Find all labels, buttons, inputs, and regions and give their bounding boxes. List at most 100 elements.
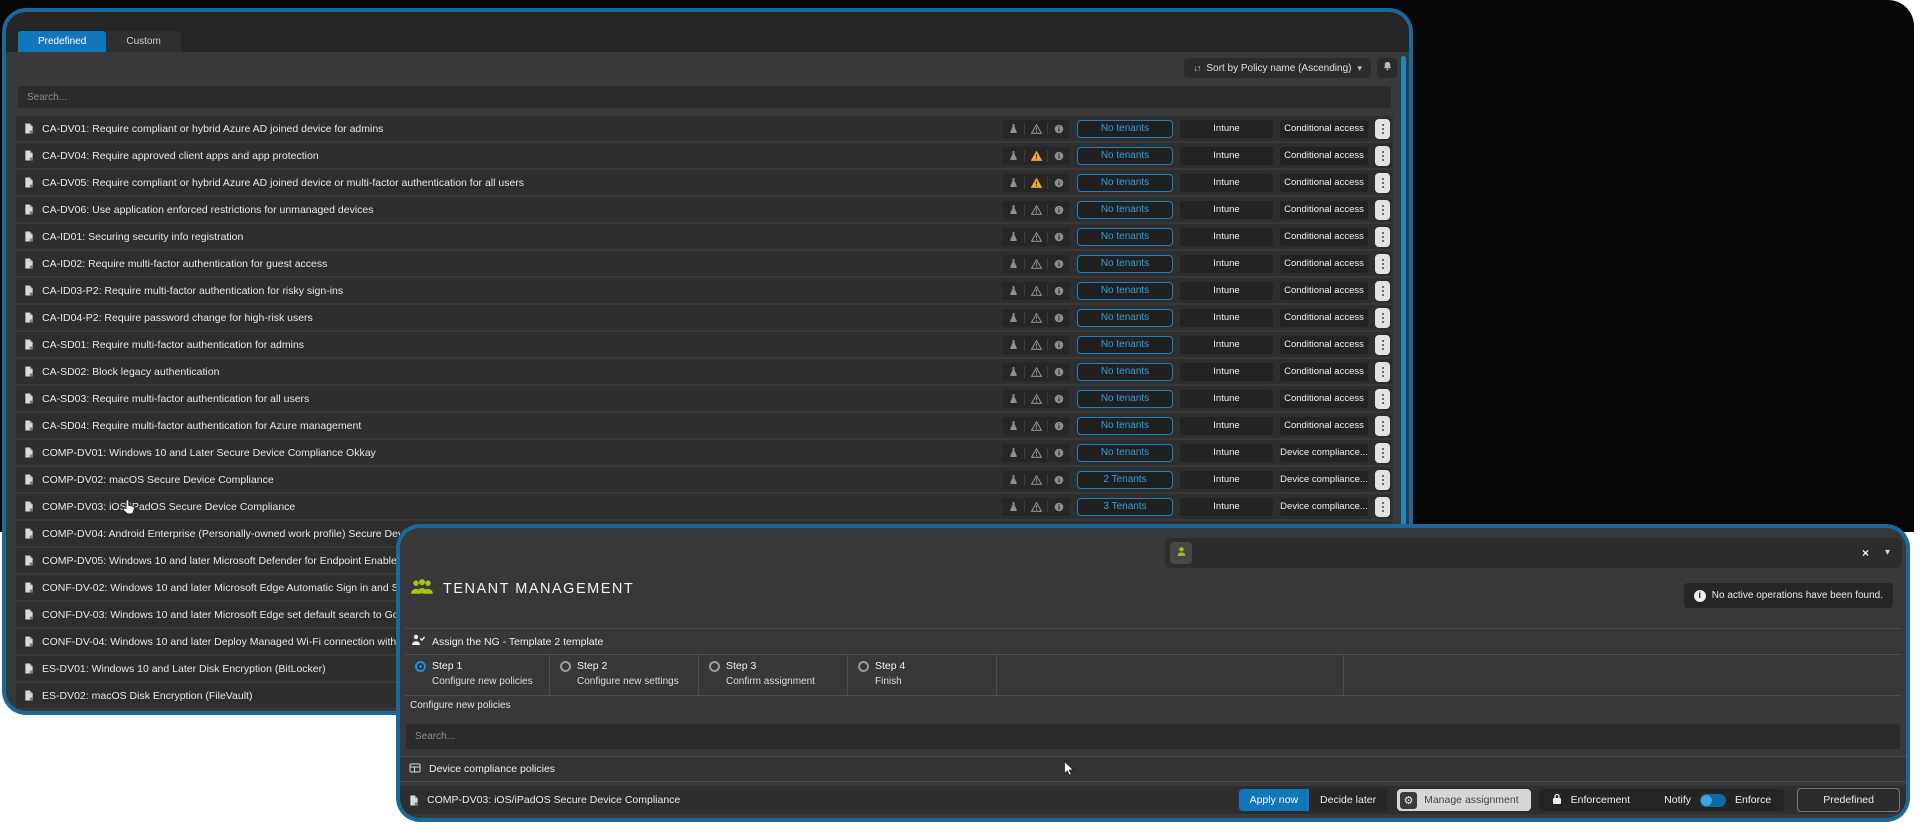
warning-icon[interactable] xyxy=(1025,205,1047,215)
tenants-badge[interactable]: No tenants xyxy=(1077,120,1173,138)
info-icon[interactable] xyxy=(1048,502,1070,512)
info-icon[interactable] xyxy=(1048,205,1070,215)
policy-row[interactable]: CA-DV04: Require approved client apps an… xyxy=(16,143,1393,168)
decide-later-button[interactable]: Decide later xyxy=(1309,789,1387,811)
flask-icon[interactable] xyxy=(1002,258,1024,269)
tenants-badge[interactable]: No tenants xyxy=(1077,390,1173,408)
enforce-toggle[interactable] xyxy=(1700,794,1726,807)
tenants-badge[interactable]: No tenants xyxy=(1077,444,1173,462)
kebab-menu-button[interactable] xyxy=(1375,362,1390,382)
flask-icon[interactable] xyxy=(1002,366,1024,377)
tab-custom[interactable]: Custom xyxy=(106,31,180,52)
policy-row[interactable]: CA-SD01: Require multi-factor authentica… xyxy=(16,332,1393,357)
flask-icon[interactable] xyxy=(1002,501,1024,512)
policy-row[interactable]: CA-ID04-P2: Require password change for … xyxy=(16,305,1393,330)
warning-icon[interactable] xyxy=(1025,286,1047,296)
flask-icon[interactable] xyxy=(1002,339,1024,350)
close-icon[interactable]: × xyxy=(1862,547,1869,559)
policy-row[interactable]: CA-SD03: Require multi-factor authentica… xyxy=(16,386,1393,411)
kebab-menu-button[interactable] xyxy=(1375,146,1390,166)
policy-row[interactable]: CA-SD04: Require multi-factor authentica… xyxy=(16,413,1393,438)
tenants-badge[interactable]: No tenants xyxy=(1077,147,1173,165)
warning-icon[interactable] xyxy=(1025,448,1047,458)
policy-search-input[interactable] xyxy=(18,86,1391,108)
policy-row[interactable]: CA-SD02: Block legacy authentication No … xyxy=(16,359,1393,384)
kebab-menu-button[interactable] xyxy=(1375,227,1390,247)
policy-row[interactable]: COMP-DV01: Windows 10 and Later Secure D… xyxy=(16,440,1393,465)
tenants-badge[interactable]: No tenants xyxy=(1077,282,1173,300)
tenants-badge[interactable]: No tenants xyxy=(1077,309,1173,327)
warning-icon[interactable] xyxy=(1025,502,1047,512)
tenants-badge[interactable]: No tenants xyxy=(1077,363,1173,381)
warning-icon[interactable] xyxy=(1025,313,1047,323)
kebab-menu-button[interactable] xyxy=(1375,281,1390,301)
info-icon[interactable] xyxy=(1048,448,1070,458)
kebab-menu-button[interactable] xyxy=(1375,119,1390,139)
wizard-step[interactable]: Step 1 Configure new policies xyxy=(405,655,550,695)
flask-icon[interactable] xyxy=(1002,231,1024,242)
warning-icon[interactable] xyxy=(1025,178,1047,188)
tenants-badge[interactable]: No tenants xyxy=(1077,336,1173,354)
warning-icon[interactable] xyxy=(1025,367,1047,377)
info-icon[interactable] xyxy=(1048,232,1070,242)
flask-icon[interactable] xyxy=(1002,420,1024,431)
warning-icon[interactable] xyxy=(1025,340,1047,350)
sort-dropdown[interactable]: ↓↑ Sort by Policy name (Ascending) ▾ xyxy=(1184,58,1371,78)
policy-row[interactable]: CA-DV05: Require compliant or hybrid Azu… xyxy=(16,170,1393,195)
kebab-menu-button[interactable] xyxy=(1375,173,1390,193)
info-icon[interactable] xyxy=(1048,313,1070,323)
tenants-badge[interactable]: No tenants xyxy=(1077,417,1173,435)
tenants-badge[interactable]: No tenants xyxy=(1077,228,1173,246)
info-icon[interactable] xyxy=(1048,421,1070,431)
policy-row[interactable]: COMP-DV02: macOS Secure Device Complianc… xyxy=(16,467,1393,492)
overlay-search-input[interactable] xyxy=(406,724,1900,749)
flask-icon[interactable] xyxy=(1002,474,1024,485)
tenants-badge[interactable]: 2 Tenants xyxy=(1077,471,1173,489)
flask-icon[interactable] xyxy=(1002,177,1024,188)
tab-predefined[interactable]: Predefined xyxy=(18,31,106,52)
info-icon[interactable] xyxy=(1048,367,1070,377)
info-icon[interactable] xyxy=(1048,394,1070,404)
kebab-menu-button[interactable] xyxy=(1375,200,1390,220)
kebab-menu-button[interactable] xyxy=(1375,470,1390,490)
tenants-badge[interactable]: No tenants xyxy=(1077,201,1173,219)
tenants-badge[interactable]: 3 Tenants xyxy=(1077,498,1173,516)
flask-icon[interactable] xyxy=(1002,150,1024,161)
apply-now-button[interactable]: Apply now xyxy=(1239,789,1309,811)
flask-icon[interactable] xyxy=(1002,204,1024,215)
selected-policy-row[interactable]: COMP-DV03: iOS/iPadOS Secure Device Comp… xyxy=(400,786,1906,814)
kebab-menu-button[interactable] xyxy=(1375,443,1390,463)
warning-icon[interactable] xyxy=(1025,475,1047,485)
chevron-down-icon[interactable]: ▾ xyxy=(1885,548,1890,558)
kebab-menu-button[interactable] xyxy=(1375,254,1390,274)
info-icon[interactable] xyxy=(1048,340,1070,350)
warning-icon[interactable] xyxy=(1025,259,1047,269)
warning-icon[interactable] xyxy=(1025,394,1047,404)
info-icon[interactable] xyxy=(1048,259,1070,269)
flask-icon[interactable] xyxy=(1002,123,1024,134)
operations-button[interactable] xyxy=(1170,542,1192,564)
warning-icon[interactable] xyxy=(1025,421,1047,431)
info-icon[interactable] xyxy=(1048,151,1070,161)
predefined-button[interactable]: Predefined xyxy=(1797,788,1900,812)
flask-icon[interactable] xyxy=(1002,312,1024,323)
warning-icon[interactable] xyxy=(1025,232,1047,242)
flask-icon[interactable] xyxy=(1002,285,1024,296)
notifications-button[interactable] xyxy=(1377,58,1397,78)
policy-row[interactable]: CA-DV01: Require compliant or hybrid Azu… xyxy=(16,116,1393,141)
policy-row[interactable]: CA-ID02: Require multi-factor authentica… xyxy=(16,251,1393,276)
warning-icon[interactable] xyxy=(1025,124,1047,134)
info-icon[interactable] xyxy=(1048,286,1070,296)
kebab-menu-button[interactable] xyxy=(1375,416,1390,436)
manage-assignment-button[interactable]: ⚙ Manage assignment xyxy=(1397,789,1531,811)
info-icon[interactable] xyxy=(1048,178,1070,188)
kebab-menu-button[interactable] xyxy=(1375,308,1390,328)
info-icon[interactable] xyxy=(1048,124,1070,134)
wizard-step[interactable]: Step 3 Confirm assignment xyxy=(699,655,848,695)
policy-group-header[interactable]: Device compliance policies xyxy=(400,756,1906,782)
policy-row[interactable]: CA-DV06: Use application enforced restri… xyxy=(16,197,1393,222)
operations-drawer-header[interactable]: × ▾ xyxy=(1165,538,1902,568)
tenants-badge[interactable]: No tenants xyxy=(1077,255,1173,273)
wizard-step[interactable]: Step 4 Finish xyxy=(848,655,997,695)
policy-row[interactable]: CA-ID01: Securing security info registra… xyxy=(16,224,1393,249)
